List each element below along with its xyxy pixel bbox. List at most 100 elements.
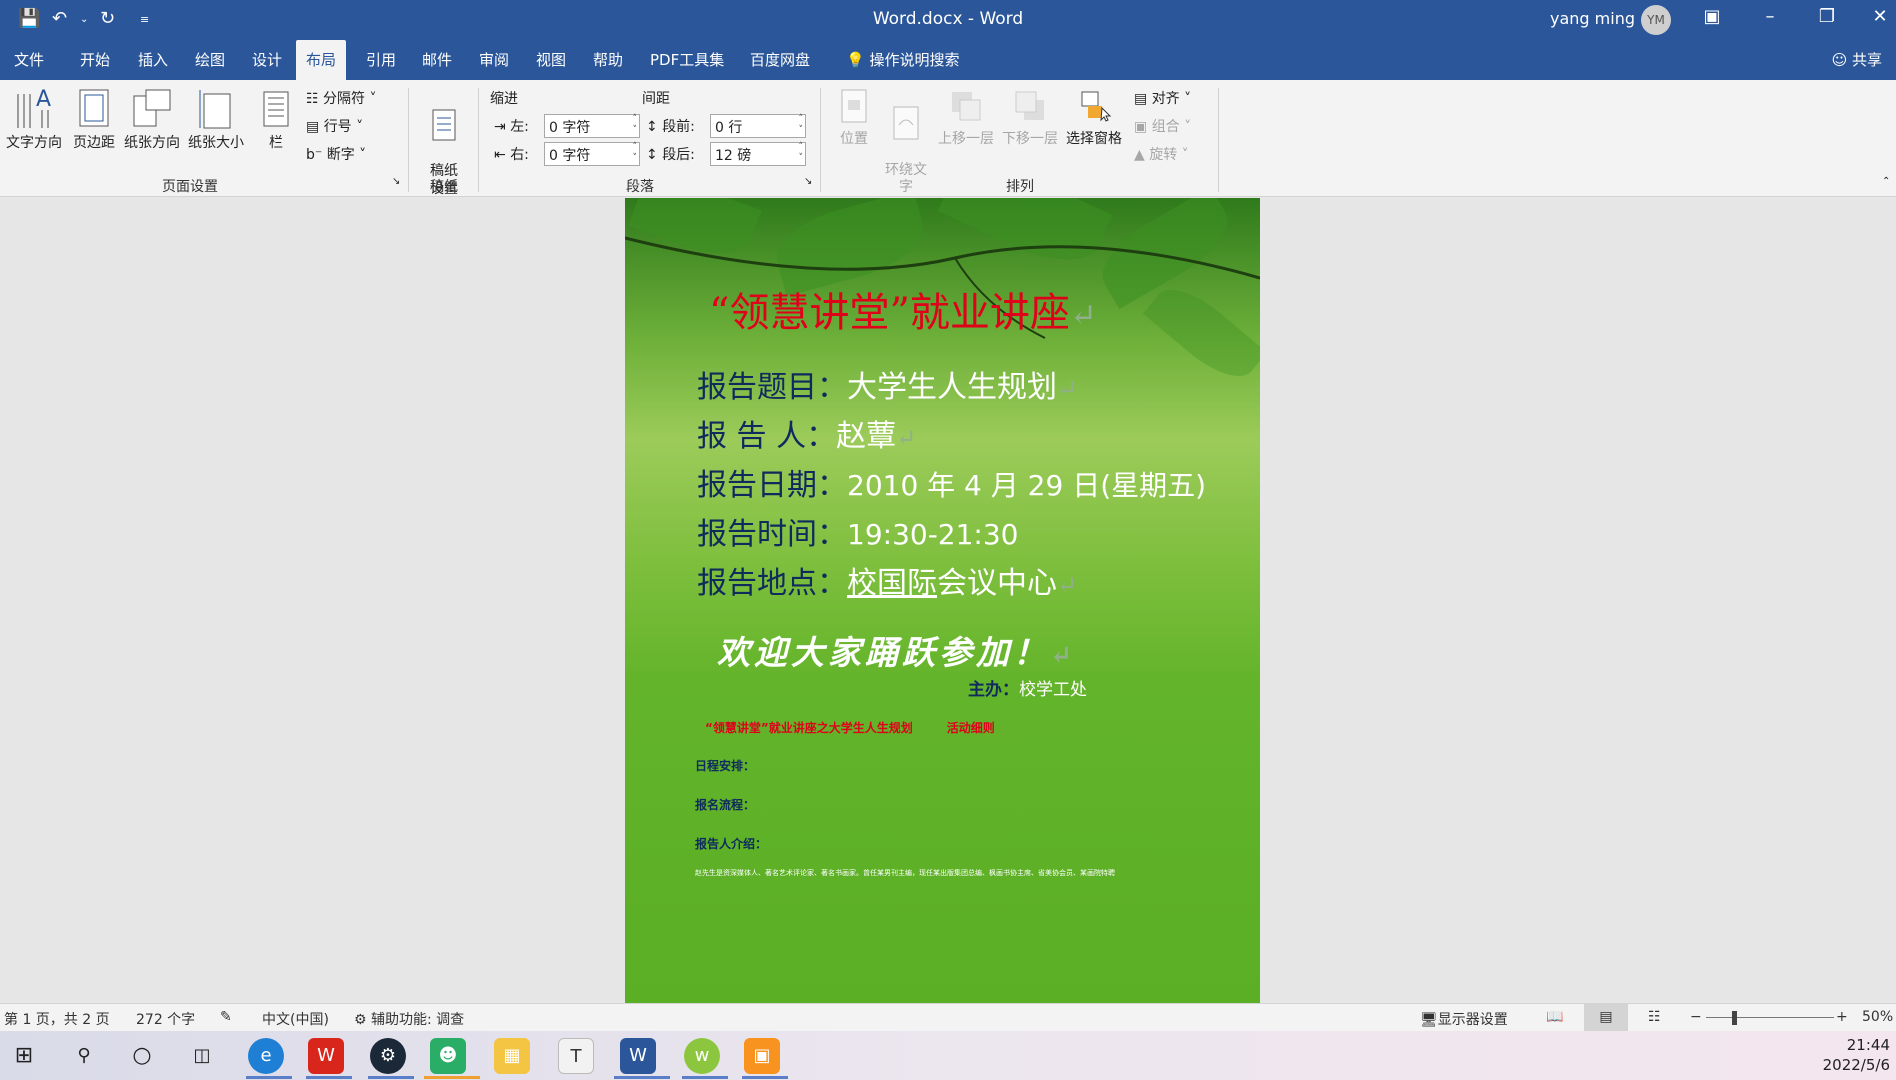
zoom-slider[interactable]	[1706, 1017, 1834, 1018]
spinner-arrows-icon[interactable]: ˄ ˅	[799, 142, 804, 164]
date-label: 报告日期：	[697, 468, 847, 503]
document-page[interactable]: “领慧讲堂”就业讲座↵ 报告题目：大学生人生规划↵ 报 告 人：赵蕈↵ 报告日期…	[625, 198, 1260, 1003]
proofing-icon[interactable]: ✎	[220, 1009, 232, 1025]
wechat-icon[interactable]: ☻	[430, 1038, 466, 1074]
text-direction-button[interactable]: A 文字方向	[4, 86, 64, 152]
file-explorer-icon[interactable]: ▦	[494, 1038, 530, 1074]
tab-view[interactable]: 视图	[526, 40, 576, 80]
line-numbers-button[interactable]: ▤ 行号 ˅	[306, 116, 363, 136]
close-button[interactable]: ✕	[1860, 6, 1896, 27]
tab-insert[interactable]: 插入	[128, 40, 178, 80]
align-button[interactable]: ▤ 对齐 ˅	[1134, 88, 1191, 108]
indent-right-input[interactable]: 0 字符 ˄ ˅	[544, 142, 640, 166]
group-button[interactable]: ▣ 组合 ˅	[1134, 116, 1191, 136]
text-direction-label: 文字方向	[6, 135, 62, 151]
tell-me-search[interactable]: 💡 操作说明搜索	[836, 40, 969, 80]
word-icon[interactable]: W	[620, 1038, 656, 1074]
wps-icon[interactable]: W	[308, 1038, 344, 1074]
clock-date: 2022/5/6	[1822, 1056, 1890, 1074]
tab-mailings[interactable]: 邮件	[412, 40, 462, 80]
minimize-button[interactable]: –	[1750, 6, 1790, 27]
web-layout-icon[interactable]: ☷	[1648, 1009, 1661, 1025]
orientation-button[interactable]: 纸张方向	[120, 86, 184, 152]
wy-app-icon[interactable]: w	[684, 1038, 720, 1074]
restore-button[interactable]: ❐	[1807, 6, 1847, 27]
breaks-button[interactable]: ☷ 分隔符 ˅	[306, 88, 376, 108]
send-backward-button[interactable]: 下移一层	[998, 88, 1062, 148]
bring-forward-button[interactable]: 上移一层	[934, 88, 998, 148]
size-button[interactable]: 纸张大小	[184, 86, 248, 152]
title-text: “领慧讲堂”就业讲座	[709, 290, 1070, 336]
page-count[interactable]: 第 1 页，共 2 页	[4, 1009, 110, 1029]
tab-help[interactable]: 帮助	[583, 40, 633, 80]
task-view-icon[interactable]: ◫	[184, 1038, 220, 1074]
spacing-after-input[interactable]: 12 磅 ˄ ˅	[710, 142, 806, 166]
tab-home[interactable]: 开始	[70, 40, 120, 80]
system-clock[interactable]: 21:44 2022/5/6	[1823, 1035, 1890, 1075]
avatar[interactable]: YM	[1641, 5, 1671, 35]
manuscript-icon	[432, 109, 456, 141]
tab-file[interactable]: 文件	[4, 40, 54, 80]
spinner-arrows-icon[interactable]: ˄ ˅	[799, 114, 804, 136]
tab-layout[interactable]: 布局	[296, 40, 347, 80]
hyphenation-button[interactable]: b⁻ 断字 ˅	[306, 144, 366, 164]
zoom-in-button[interactable]: +	[1836, 1009, 1848, 1025]
print-layout-icon[interactable]: ▤	[1584, 1004, 1628, 1031]
position-button[interactable]: 位置	[830, 88, 878, 148]
person-icon: ☺	[1831, 51, 1848, 69]
tab-design[interactable]: 设计	[242, 40, 292, 80]
tab-pdf-tools[interactable]: PDF工具集	[640, 40, 734, 80]
indent-right-icon: ⇤	[494, 147, 506, 163]
vertical-scrollbar[interactable]	[1890, 198, 1896, 1003]
accessibility-status[interactable]: ⚙ 辅助功能: 调查	[354, 1009, 464, 1029]
paragraph-mark-icon: ↵	[1069, 296, 1097, 334]
columns-button[interactable]: 栏	[254, 86, 298, 152]
spinner-arrows-icon[interactable]: ˄ ˅	[633, 142, 638, 164]
date-row: 报告日期：2010 年 4 月 29 日(星期五)	[697, 460, 1206, 504]
line-numbers-icon: ▤	[306, 119, 320, 135]
tab-review[interactable]: 审阅	[469, 40, 519, 80]
spinner-arrows-icon[interactable]: ˄ ˅	[633, 114, 638, 136]
margins-button[interactable]: 页边距	[68, 86, 120, 152]
running-indicator	[306, 1076, 352, 1079]
edge-browser-icon[interactable]: e	[248, 1038, 284, 1074]
remote-desktop-icon[interactable]: ▣	[744, 1038, 780, 1074]
spacing-before-input[interactable]: 0 行 ˄ ˅	[710, 114, 806, 138]
breaks-icon: ☷	[306, 91, 319, 107]
hyphenation-icon: b⁻	[306, 147, 323, 163]
tab-references[interactable]: 引用	[356, 40, 406, 80]
speaker-value: 赵蕈	[836, 419, 897, 454]
indent-left-input[interactable]: 0 字符 ˄ ˅	[544, 114, 640, 138]
ribbon-display-options-icon[interactable]: ▣	[1692, 6, 1732, 27]
windows-start-icon[interactable]: ⊞	[6, 1038, 42, 1074]
orientation-label: 纸张方向	[124, 135, 180, 151]
paragraph-dialog-launcher-icon[interactable]: ↘	[804, 176, 812, 187]
zoom-slider-thumb[interactable]	[1732, 1011, 1737, 1025]
wrap-text-button[interactable]: 环绕文 字	[880, 88, 932, 196]
windows-taskbar: ⊞ ⚲ ○ ◫ e W ⚙ ☻ ▦ T W w ▣ 21:44 2022/5/6	[0, 1031, 1896, 1080]
read-mode-icon[interactable]: 📖	[1546, 1009, 1563, 1025]
user-name[interactable]: yang ming	[1550, 9, 1635, 28]
display-settings-button[interactable]: 🖥显示器设置	[1420, 1009, 1508, 1029]
paragraph-mark-icon: ↵	[1057, 571, 1078, 599]
running-indicator	[246, 1076, 292, 1079]
selection-pane-button[interactable]: 选择窗格	[1062, 88, 1126, 148]
steam-icon[interactable]: ⚙	[370, 1038, 406, 1074]
typora-icon[interactable]: T	[558, 1038, 594, 1074]
word-count[interactable]: 272 个字	[136, 1009, 195, 1029]
spacing-after-value: 12 磅	[715, 148, 752, 164]
tab-baidu-netdisk[interactable]: 百度网盘	[740, 40, 820, 80]
share-button[interactable]: ☺ 共享	[1832, 40, 1882, 80]
line-numbers-label: 行号	[323, 119, 352, 135]
zoom-out-button[interactable]: −	[1690, 1009, 1702, 1025]
search-icon[interactable]: ⚲	[66, 1038, 102, 1074]
zoom-level[interactable]: 50%	[1862, 1009, 1893, 1025]
monitor-icon: 🖥	[1420, 1012, 1438, 1028]
rotate-button[interactable]: ▲ 旋转 ˅	[1134, 144, 1189, 164]
cortana-icon[interactable]: ○	[124, 1038, 160, 1074]
language[interactable]: 中文(中国)	[262, 1009, 329, 1029]
status-bar: 第 1 页，共 2 页 272 个字 ✎ 中文(中国) ⚙ 辅助功能: 调查 🖥…	[0, 1003, 1896, 1031]
page-setup-dialog-launcher-icon[interactable]: ↘	[392, 176, 400, 187]
tab-draw[interactable]: 绘图	[185, 40, 235, 80]
collapse-ribbon-icon[interactable]: ⌃	[1882, 176, 1890, 187]
